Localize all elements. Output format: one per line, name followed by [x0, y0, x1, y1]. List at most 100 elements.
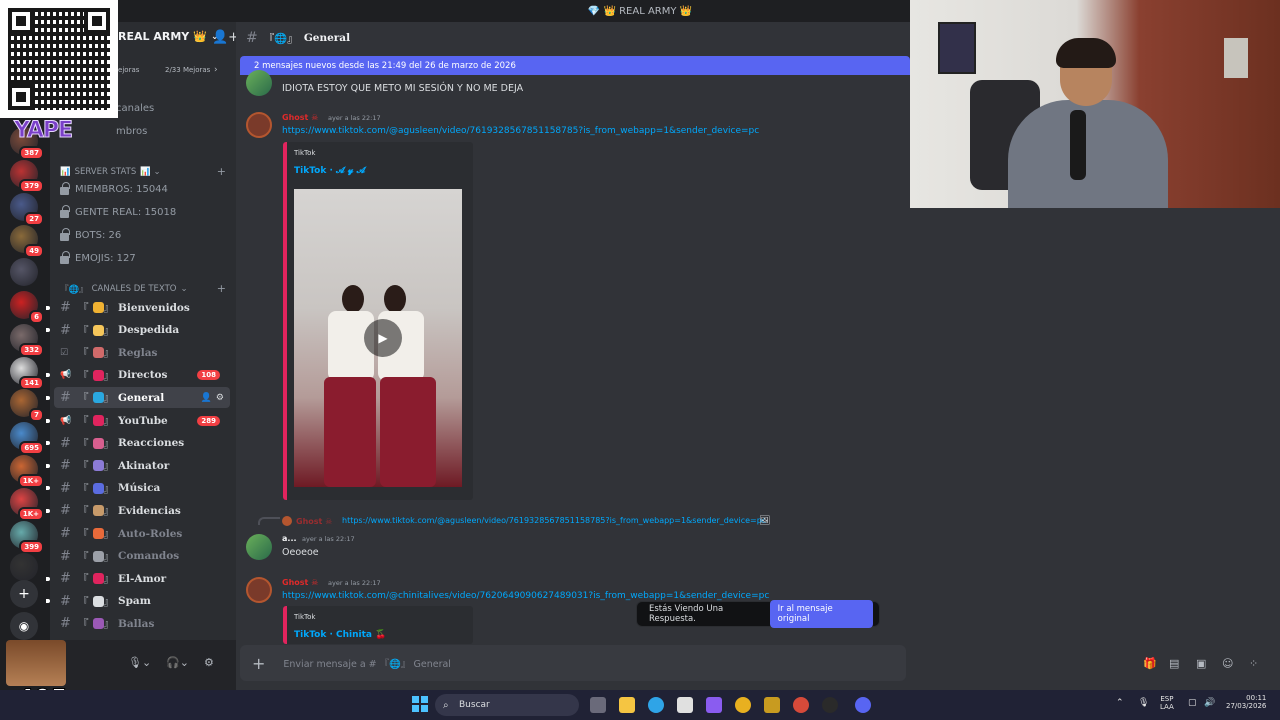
add-channel-icon[interactable]: +: [217, 282, 226, 295]
gift-icon[interactable]: 🎁: [1143, 657, 1157, 670]
game-icon[interactable]: [764, 697, 780, 713]
tray-mic-icon[interactable]: 🎙: [1138, 698, 1149, 708]
invite-icon[interactable]: 👤: [201, 393, 212, 403]
play-icon[interactable]: ▶: [364, 319, 402, 357]
server-icon[interactable]: 6: [10, 291, 44, 324]
username[interactable]: a...: [282, 534, 297, 543]
reply-username[interactable]: Ghost ☠: [296, 517, 332, 526]
message-composer[interactable]: + Enviar mensaje a # 『🌐』 General: [240, 645, 906, 681]
server-icon[interactable]: 1K+: [10, 487, 44, 521]
language-indicator[interactable]: ESP LAA: [1160, 695, 1174, 711]
server-icon[interactable]: 1K+: [10, 455, 44, 488]
stat-channel[interactable]: BOTS: 26: [60, 228, 121, 241]
category-text-channels[interactable]: 『🌐』 CANALES DE TEXTO ⌄ +: [60, 282, 226, 295]
server-mention-badge: 141: [19, 375, 44, 390]
members-link[interactable]: mbros: [116, 126, 147, 137]
attach-plus-icon[interactable]: +: [252, 654, 265, 673]
sticker-icon[interactable]: ▣: [1196, 657, 1206, 670]
settings-gear-icon[interactable]: ⚙: [204, 656, 214, 669]
microphone-icon[interactable]: 🎙⌄: [128, 656, 151, 669]
stat-channel[interactable]: GENTE REAL: 15018: [60, 205, 176, 218]
gif-icon[interactable]: ▤: [1169, 657, 1179, 670]
chrome-profile-icon[interactable]: [793, 697, 809, 713]
unread-pill: [46, 576, 50, 581]
clock[interactable]: 00:11 27/03/2026: [1226, 694, 1266, 710]
server-mention-badge: 379: [19, 178, 44, 193]
message-link[interactable]: https://www.tiktok.com/@agusleen/video/7…: [282, 126, 759, 136]
add-channel-icon[interactable]: +: [217, 165, 226, 178]
stat-channel[interactable]: EMOJIS: 127: [60, 251, 136, 264]
channel-reglas[interactable]: ☑ 『』 Reglas: [54, 342, 230, 363]
channel-akinator[interactable]: # 『』 Akinator: [46, 455, 230, 476]
discord-taskbar-icon[interactable]: [855, 697, 871, 713]
channel-prefix: 『🌐』: [263, 32, 298, 45]
channel-auto-roles[interactable]: # 『』 Auto-Roles: [54, 523, 230, 544]
network-icon[interactable]: ▢: [1188, 698, 1197, 708]
obs-icon[interactable]: [822, 697, 838, 713]
server-icon[interactable]: 49: [10, 225, 44, 259]
server-icon[interactable]: [10, 258, 38, 287]
channel-música[interactable]: # 『』 Música: [46, 478, 230, 499]
channel-youtube[interactable]: 📢 『』 YouTube 289: [46, 410, 230, 431]
server-icon[interactable]: 695: [10, 422, 44, 456]
volume-icon[interactable]: 🔊: [1204, 698, 1215, 708]
tiktok-embed: TikTok TikTok · Chinita 🍒: [283, 606, 473, 644]
server-name[interactable]: REAL ARMY 👑 ⌄: [118, 30, 218, 43]
hash-icon: #: [60, 593, 71, 609]
server-icon[interactable]: 7: [10, 389, 44, 423]
new-messages-bar[interactable]: 2 mensajes nuevos desde las 21:49 del 26…: [240, 56, 910, 75]
channel-general[interactable]: # 『』 General 👤 ⚙: [46, 387, 230, 409]
apps-icon[interactable]: ⁘: [1249, 657, 1258, 670]
embed-title[interactable]: TikTok · 𝓐 𝔂 𝓐: [294, 166, 365, 176]
hash-icon: #: [60, 322, 71, 338]
channel-reacciones[interactable]: # 『』 Reacciones: [46, 433, 230, 454]
server-icon[interactable]: 27: [10, 192, 44, 226]
channel-comandos[interactable]: # 『』 Comandos: [54, 546, 230, 567]
timestamp: ayer a las 22:17: [302, 535, 355, 543]
jump-to-original-button[interactable]: Ir al mensaje original: [769, 600, 873, 628]
server-icon[interactable]: 332: [10, 323, 44, 357]
discover-icon[interactable]: ◉: [10, 612, 38, 640]
channel-ballas[interactable]: # 『』 Ballas: [54, 613, 230, 634]
lock-icon: [60, 251, 70, 264]
boost-count[interactable]: 2/33 Mejoras: [165, 66, 210, 74]
channel-directos[interactable]: 📢 『』 Directos 108: [46, 365, 230, 386]
channel-bienvenidos[interactable]: # 『』 Bienvenidos: [46, 297, 230, 318]
server-icon[interactable]: 141: [10, 356, 44, 390]
server-icon[interactable]: 379: [10, 159, 44, 193]
copilot-icon[interactable]: [706, 697, 722, 713]
hash-icon: #: [60, 300, 71, 315]
avatar[interactable]: [246, 577, 272, 603]
avatar[interactable]: [246, 70, 272, 96]
headphones-icon[interactable]: 🎧⌄: [166, 656, 189, 669]
windows-start-icon[interactable]: [412, 696, 428, 712]
channel-el-amor[interactable]: # 『』 El-Amor: [46, 568, 230, 589]
reply-preview[interactable]: https://www.tiktok.com/@agusleen/video/7…: [342, 516, 766, 525]
taskbar-search[interactable]: ⌕ Buscar: [435, 694, 579, 716]
edge-icon[interactable]: [648, 697, 664, 713]
stat-channel[interactable]: MIEMBROS: 15044: [60, 182, 168, 195]
add-server-icon[interactable]: +: [10, 580, 38, 608]
avatar[interactable]: [246, 112, 272, 138]
channel-despedida[interactable]: # 『』 Despedida: [46, 320, 230, 341]
emoji-icon[interactable]: ☺: [1222, 657, 1233, 670]
video-thumbnail[interactable]: ▶: [294, 189, 462, 487]
tray-chevron-icon[interactable]: ⌃: [1116, 698, 1124, 708]
channel-spam[interactable]: # 『』 Spam: [46, 591, 230, 612]
composer-placeholder[interactable]: Enviar mensaje a # 『🌐』 General: [283, 656, 451, 670]
browse-channels[interactable]: canales: [116, 103, 154, 114]
category-server-stats[interactable]: 📊 SERVER STATS 📊 ⌄ +: [60, 165, 226, 178]
avatar[interactable]: [246, 534, 272, 560]
file-explorer-icon[interactable]: [619, 697, 635, 713]
channel-settings-icon[interactable]: ⚙: [216, 393, 224, 403]
username[interactable]: Ghost ☠: [282, 578, 318, 587]
message-link[interactable]: https://www.tiktok.com/@chinitalives/vid…: [282, 591, 769, 601]
chrome-icon[interactable]: [735, 697, 751, 713]
channel-evidencias[interactable]: # 『』 Evidencias: [46, 500, 230, 521]
server-icon[interactable]: 399: [10, 520, 44, 554]
embed-title[interactable]: TikTok · Chinita 🍒: [294, 630, 386, 640]
username[interactable]: Ghost ☠: [282, 113, 318, 122]
task-view-icon[interactable]: [590, 697, 606, 713]
store-icon[interactable]: [677, 697, 693, 713]
hash-icon: #: [60, 458, 71, 474]
